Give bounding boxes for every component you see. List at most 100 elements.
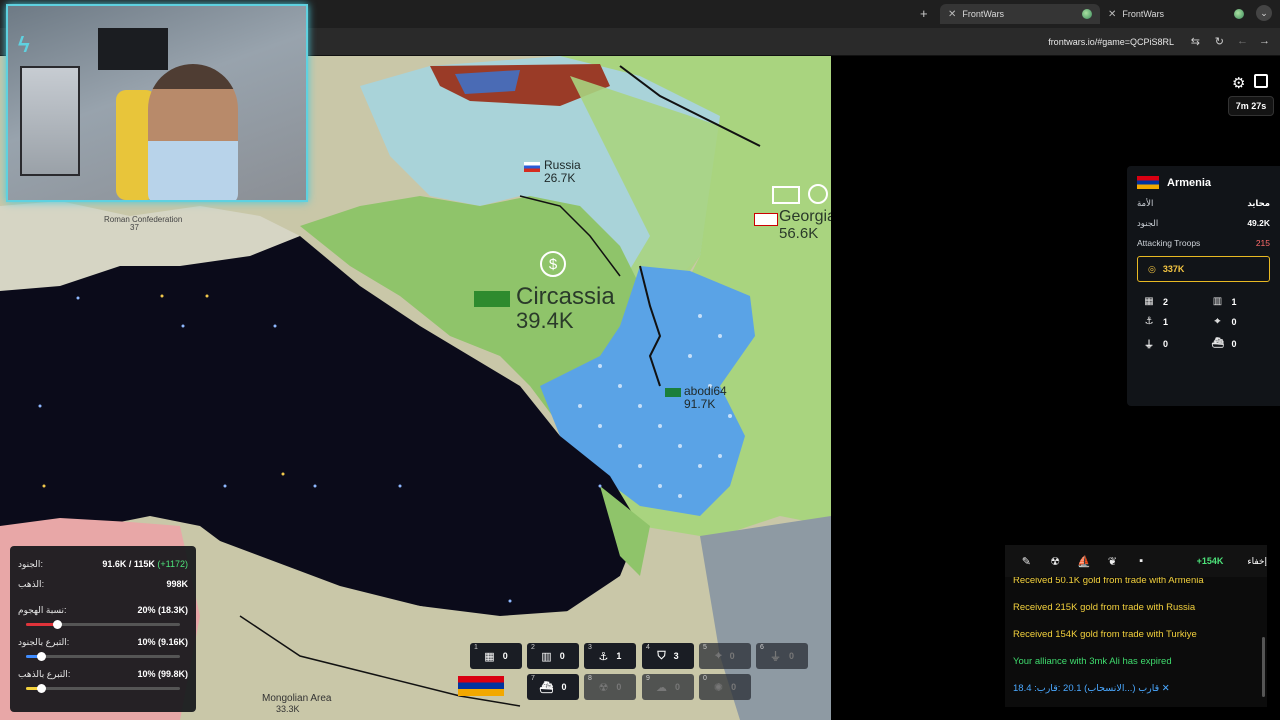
donate-gold-slider[interactable] [26,684,180,693]
build-slot-6[interactable]: 6 ⏚ 0 [756,643,808,669]
stat-label: التبرع بالجنود: [18,636,70,647]
build-slot-hotkey: 2 [531,644,535,651]
player-header: Armenia [1137,176,1270,189]
chat-icon[interactable]: ▪ [1132,551,1151,571]
slider-knob[interactable] [37,684,47,693]
building-port: ⚓ 1 [1143,316,1202,327]
coin-icon: ◎ [1148,263,1156,274]
tab-label: FrontWars [962,9,1005,19]
nuke-icon[interactable]: ☢ [1046,551,1065,571]
brush-icon[interactable]: ✎ [1017,551,1036,571]
reload-icon[interactable]: ↻ [1215,35,1224,48]
region-name: Mongolian Area [262,693,332,704]
region-troops: 33.3K [276,703,300,714]
url-field[interactable]: frontwars.io/#game=QCPiS8RL [1048,37,1174,47]
attack-ratio-slider[interactable] [26,620,180,629]
player-gold-value: 337K [1162,264,1185,274]
building-count: 0 [1163,338,1169,349]
warship-icon: ⛴ [1211,338,1225,349]
forward-icon[interactable]: → [1259,35,1270,47]
feed-item: Received 215K gold from trade with Russi… [1013,602,1196,613]
webcam-shelf [20,66,80,176]
site-settings-icon[interactable]: ⇆ [1191,35,1200,48]
chevron-down-icon[interactable]: ⌄ [1256,5,1272,21]
region-label-georgia[interactable]: Georgia 56.6K [779,208,831,242]
region-name: abodi64 [684,384,727,398]
build-slot-hotkey: 9 [646,675,650,682]
build-slot-hotkey: 3 [588,644,592,651]
building-count: 0 [1231,338,1237,349]
feed-scrollbar[interactable] [1262,637,1265,697]
stat-label: الجنود: [18,558,43,569]
region-name: Georgia [779,208,831,225]
region-troops: 26.7K [544,170,576,185]
building-factory: ▥ 1 [1212,296,1271,307]
building-missile-silo: ⏚ 0 [1143,336,1202,352]
region-label-russia[interactable]: Russia 26.7K [544,159,581,184]
region-label-circassia[interactable]: Circassia 39.4K [516,284,615,332]
region-label-abodi64[interactable]: abodi64 91.7K [684,385,727,410]
build-slot-8[interactable]: 8 ☢ 0 [584,674,636,700]
build-slot-1[interactable]: 1 ▦ 0 [470,643,522,669]
feed-item: Received 154K gold from trade with Turki… [1013,629,1197,640]
slider-knob[interactable] [52,620,62,629]
nuke-icon: ☢ [598,681,609,694]
stat-value: 20% (18.3K) [137,605,188,615]
new-tab-button[interactable]: + [920,6,928,21]
troops-value: 91.6K / 115K [102,559,155,569]
region-label-mongolian-area[interactable]: Mongolian Area 33.3K [262,693,332,714]
missile-silo-icon: ⏚ [769,651,781,663]
row-value: 49.2K [1247,218,1270,228]
build-slot-4[interactable]: 4 ⛉ 3 [642,643,694,669]
stats-gold: الذهب: 998K [18,574,188,594]
stats-donate-gold: التبرع بالذهب: 10% (99.8K) [18,664,188,684]
donate-troops-slider[interactable] [26,652,180,661]
tab-frontwars[interactable]: ✕ FrontWars [1100,4,1252,24]
tab-frontwars-active[interactable]: ✕ FrontWars [940,4,1100,24]
gear-icon[interactable]: ⚙ [1232,74,1245,92]
mail-icon[interactable] [772,186,800,204]
region-troops: 91.7K [684,396,716,411]
hide-button[interactable]: إخفاء [1247,556,1267,567]
feed-item[interactable]: 18.4 :قارب (...الانسحاب) 20.1 :قارب ✕ [1005,675,1267,702]
build-slot-hotkey: 4 [646,644,650,651]
exit-icon[interactable] [1254,74,1268,88]
feed-item: Your alliance with 3mk Ali has expired [1013,656,1172,667]
build-slot-5[interactable]: 5 ⌖ 0 [699,643,751,669]
build-slot-count: 0 [502,651,508,661]
hydrogen-bomb-icon: ☁ [655,681,667,694]
city-icon: ▦ [1144,296,1154,307]
build-slot-9[interactable]: 9 ☁ 0 [642,674,694,700]
build-slot-0[interactable]: 0 ✺ 0 [699,674,751,700]
build-slot-hotkey: 7 [531,675,535,682]
warship-icon: ⛴ [539,681,554,694]
player-row-nation: الأمة محايد [1137,198,1270,209]
region-label-roman-confederation[interactable]: Roman Confederation 37 [104,215,182,233]
russia-flag [524,162,540,172]
target-icon[interactable] [808,184,828,204]
alliance-icon[interactable]: ❦ [1103,551,1122,571]
build-slot-hotkey: 5 [703,644,707,651]
stat-value: 10% (9.16K) [137,637,188,647]
screen: + ✕ FrontWars ✕ FrontWars ⌄ frontwars.io… [0,0,1280,720]
close-icon[interactable]: ✕ [948,9,956,20]
slider-knob[interactable] [37,652,47,661]
close-icon[interactable]: ✕ [1108,9,1116,20]
build-slot-hotkey: 6 [760,644,764,651]
feed-item: Received 50.1K gold from trade with Arme… [1013,577,1204,586]
streamer-webcam: ϟ [6,4,308,202]
troops-rate: (+1172) [157,559,188,569]
webcam-tv [98,28,168,70]
row-label: الأمة [1137,198,1154,208]
stat-value: 10% (99.8K) [137,669,188,679]
stats-troops: الجنود: 91.6K / 115K (+1172) [18,554,188,574]
back-icon[interactable]: ← [1237,35,1248,47]
build-slot-2[interactable]: 2 ▥ 0 [527,643,579,669]
build-slot-3[interactable]: 3 ⚓ 1 [584,643,636,669]
region-troops: 39.4K [516,308,574,334]
mirv-icon: ✺ [713,681,724,694]
boat-icon[interactable]: ⛵ [1074,551,1093,571]
build-slot-7[interactable]: 7 ⛴ 0 [527,674,579,700]
player-gold-box: ◎ 337K [1137,256,1270,282]
slider-track [26,687,180,690]
